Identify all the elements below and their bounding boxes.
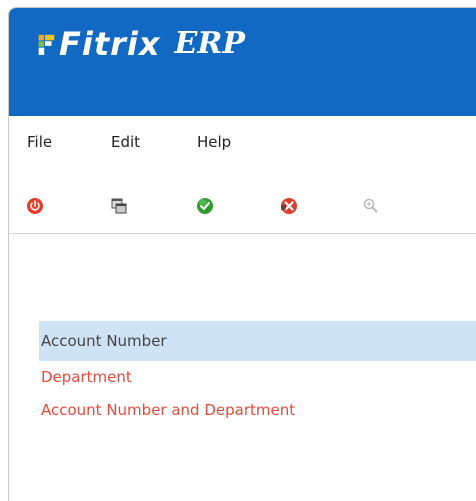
cancel-button[interactable] — [279, 196, 299, 216]
cancel-x-icon — [281, 198, 297, 214]
copy-button[interactable] — [109, 196, 129, 216]
header-bar: Fitrix ERP — [9, 8, 476, 116]
logo-text: Fitrix — [59, 25, 161, 63]
toolbar-divider — [9, 233, 476, 234]
accept-button[interactable] — [195, 196, 215, 216]
app-logo: Fitrix ERP — [35, 22, 245, 66]
fitrix-logo-mark-icon — [38, 34, 55, 55]
option-list: Account Number Department Account Number… — [39, 321, 476, 427]
menu-help[interactable]: Help — [197, 133, 231, 151]
list-item-department[interactable]: Department — [39, 361, 476, 394]
app-frame: Fitrix ERP File Edit Help Account Number… — [8, 7, 476, 501]
menu-edit[interactable]: Edit — [111, 133, 140, 151]
menu-bar: File Edit Help — [9, 130, 476, 154]
app-window: Fitrix ERP File Edit Help Account Number… — [0, 0, 476, 501]
power-icon — [27, 198, 43, 214]
product-text: ERP — [174, 26, 245, 61]
list-item-account-number-and-department[interactable]: Account Number and Department — [39, 394, 476, 427]
copy-windows-icon — [111, 198, 127, 214]
accept-check-icon — [197, 198, 213, 214]
toolbar — [9, 190, 476, 224]
list-item-account-number[interactable]: Account Number — [39, 321, 476, 361]
exit-button[interactable] — [25, 196, 45, 216]
zoom-button[interactable] — [361, 196, 381, 216]
menu-file[interactable]: File — [27, 133, 52, 151]
zoom-icon — [363, 198, 378, 213]
